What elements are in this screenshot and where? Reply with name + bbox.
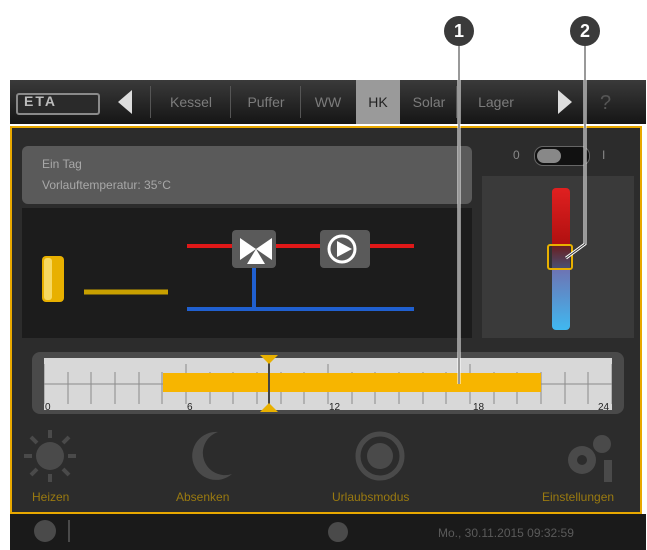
callout-lines (457, 46, 587, 384)
callout-1: 1 (444, 16, 474, 46)
callout-2-line-halo (565, 46, 587, 260)
callout-2-line (565, 46, 586, 259)
callout-2: 2 (570, 16, 600, 46)
